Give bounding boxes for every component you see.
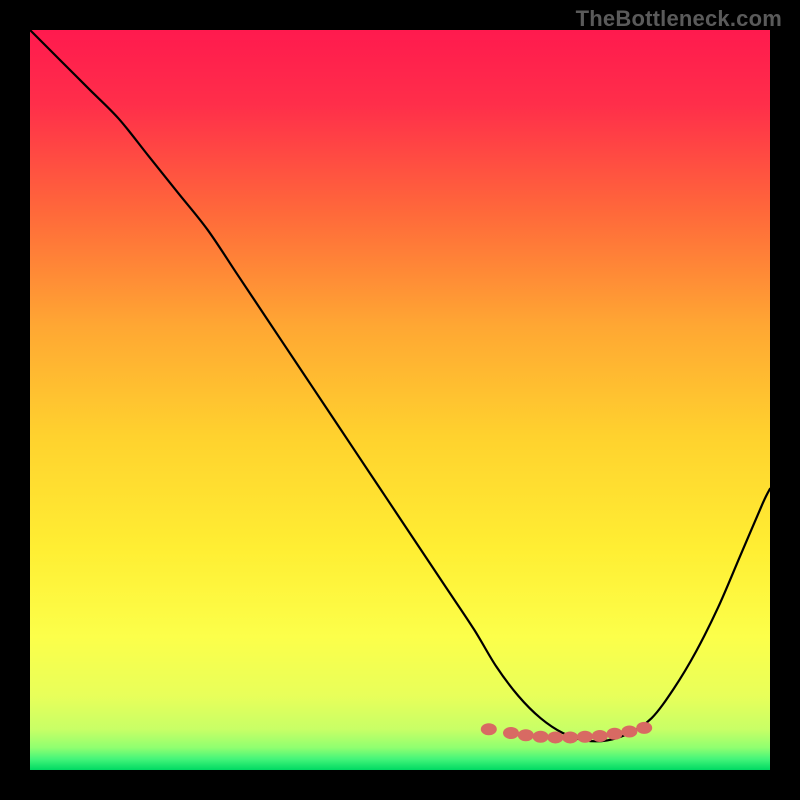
marker-dot <box>518 729 534 741</box>
marker-dot <box>547 731 563 743</box>
chart-svg <box>30 30 770 770</box>
watermark-text: TheBottleneck.com <box>576 6 782 32</box>
marker-dot <box>621 726 637 738</box>
marker-dot <box>503 727 519 739</box>
marker-dot <box>481 723 497 735</box>
chart-stage: TheBottleneck.com <box>0 0 800 800</box>
marker-dot <box>592 730 608 742</box>
marker-dot <box>607 728 623 740</box>
marker-dot <box>533 731 549 743</box>
marker-dot <box>577 731 593 743</box>
marker-dot <box>562 731 578 743</box>
plot-area <box>30 30 770 770</box>
marker-dot <box>636 722 652 734</box>
gradient-background <box>30 30 770 770</box>
